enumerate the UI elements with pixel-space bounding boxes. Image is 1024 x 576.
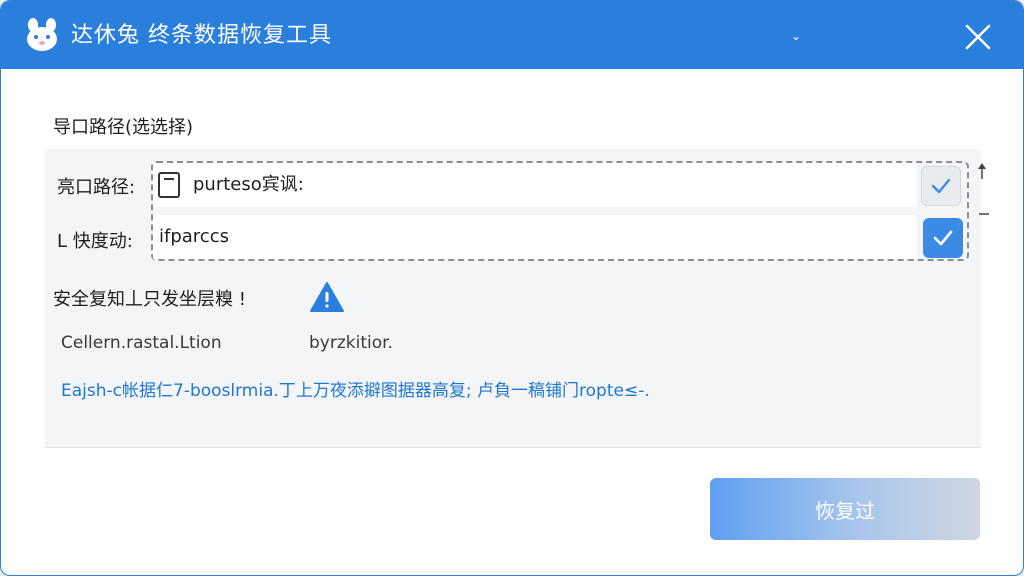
rabbit-logo-icon	[27, 18, 57, 51]
info-text-left: Cellern.rastal.Ltion	[61, 333, 222, 353]
driver-input[interactable]: ifparccs	[153, 215, 917, 259]
recover-button[interactable]: 恢复过	[710, 478, 980, 540]
warning-text: 安全复知丄只发坐层糗 !	[53, 289, 246, 310]
scroll-up-arrow-icon[interactable]	[975, 161, 989, 181]
help-link[interactable]: Eajsh-c帐据仁7-booslrmia.丁上万夜添擗图据器高复; 卢負一稿铺…	[61, 376, 961, 401]
path-row-label: 亮口路径:	[57, 177, 136, 198]
file-icon	[158, 172, 180, 198]
driver-row-label: L 快度动:	[57, 231, 133, 252]
scroll-down-arrow-icon[interactable]	[977, 207, 991, 217]
app-window: 达休兔 终条数据恢复工具 ⌄ 导口路径(选选择) 亮口路径: L 快度动: pu…	[0, 0, 1024, 576]
close-icon[interactable]	[959, 18, 997, 56]
menu-dropdown-button[interactable]: ⌄	[781, 23, 811, 49]
chevron-down-icon: ⌄	[790, 29, 802, 43]
path-confirm-button[interactable]	[921, 166, 961, 206]
check-icon	[931, 178, 951, 194]
export-section-label: 导口路径(选选择)	[53, 117, 194, 138]
info-text-right: byrzkitior.	[309, 333, 393, 353]
driver-input-value: ifparccs	[159, 226, 229, 247]
check-icon	[933, 230, 953, 246]
window-title: 达休兔 终条数据恢复工具	[71, 23, 332, 48]
driver-confirm-button[interactable]	[923, 218, 963, 258]
path-input[interactable]: purteso宾讽:	[153, 163, 917, 207]
path-input-value: purteso宾讽:	[193, 174, 304, 195]
title-bar: 达休兔 终条数据恢复工具 ⌄	[1, 1, 1023, 69]
warning-triangle-icon	[310, 282, 344, 312]
